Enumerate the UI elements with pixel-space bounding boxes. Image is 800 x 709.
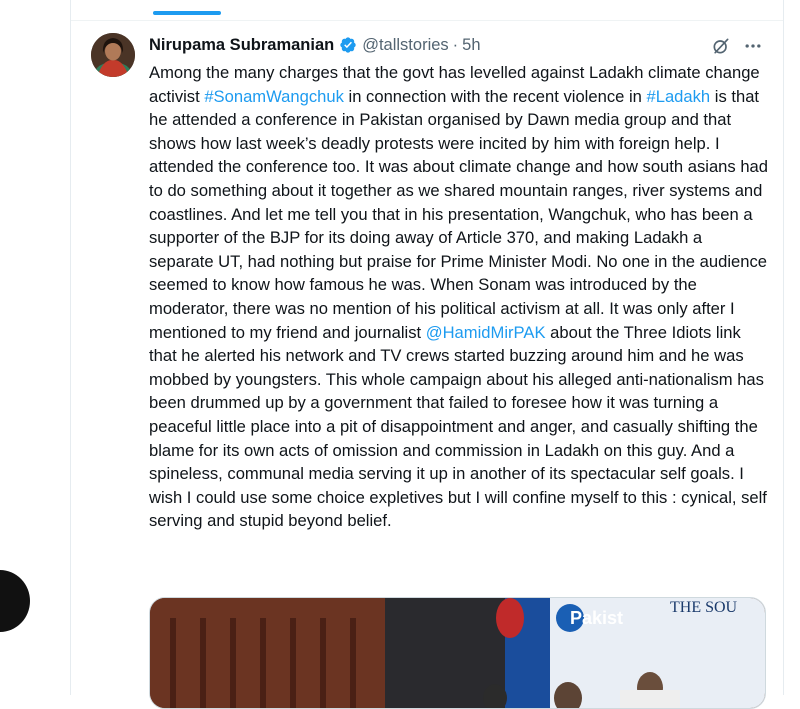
tweet-media-photo[interactable]: Pakist THE SOU (149, 597, 766, 709)
banner-text: Pakist (570, 608, 623, 628)
display-name[interactable]: Nirupama Subramanian (149, 36, 334, 55)
tab-active-indicator (153, 11, 221, 15)
verified-badge-icon (339, 36, 357, 54)
avatar-photo (91, 33, 135, 77)
hashtag-link[interactable]: #Ladakh (646, 87, 710, 106)
avatar[interactable] (91, 33, 135, 77)
timeline-column: Nirupama Subramanian @tallstories · 5h A… (70, 0, 784, 709)
tweet-actions (711, 36, 763, 61)
grok-icon[interactable] (711, 36, 731, 61)
tweet-text-part: in connection with the recent violence i… (343, 86, 647, 106)
handle[interactable]: @tallstories (362, 36, 448, 55)
tweet-text-part: is that he attended a conference in Paki… (149, 86, 769, 342)
banner-text: THE SOU (670, 599, 738, 616)
tweet-text-part: about the Three Idiots link that he aler… (149, 322, 767, 531)
tweet-header: Nirupama Subramanian @tallstories · 5h (149, 34, 481, 56)
timestamp[interactable]: 5h (462, 36, 480, 55)
tweet-text: Among the many charges that the govt has… (149, 61, 769, 533)
conference-photo: Pakist THE SOU (150, 598, 765, 708)
mention-link[interactable]: @HamidMirPAK (426, 323, 546, 342)
separator-dot: · (452, 35, 459, 54)
hashtag-link[interactable]: #SonamWangchuk (204, 87, 344, 106)
header-divider (71, 20, 783, 21)
more-icon[interactable] (743, 36, 763, 61)
